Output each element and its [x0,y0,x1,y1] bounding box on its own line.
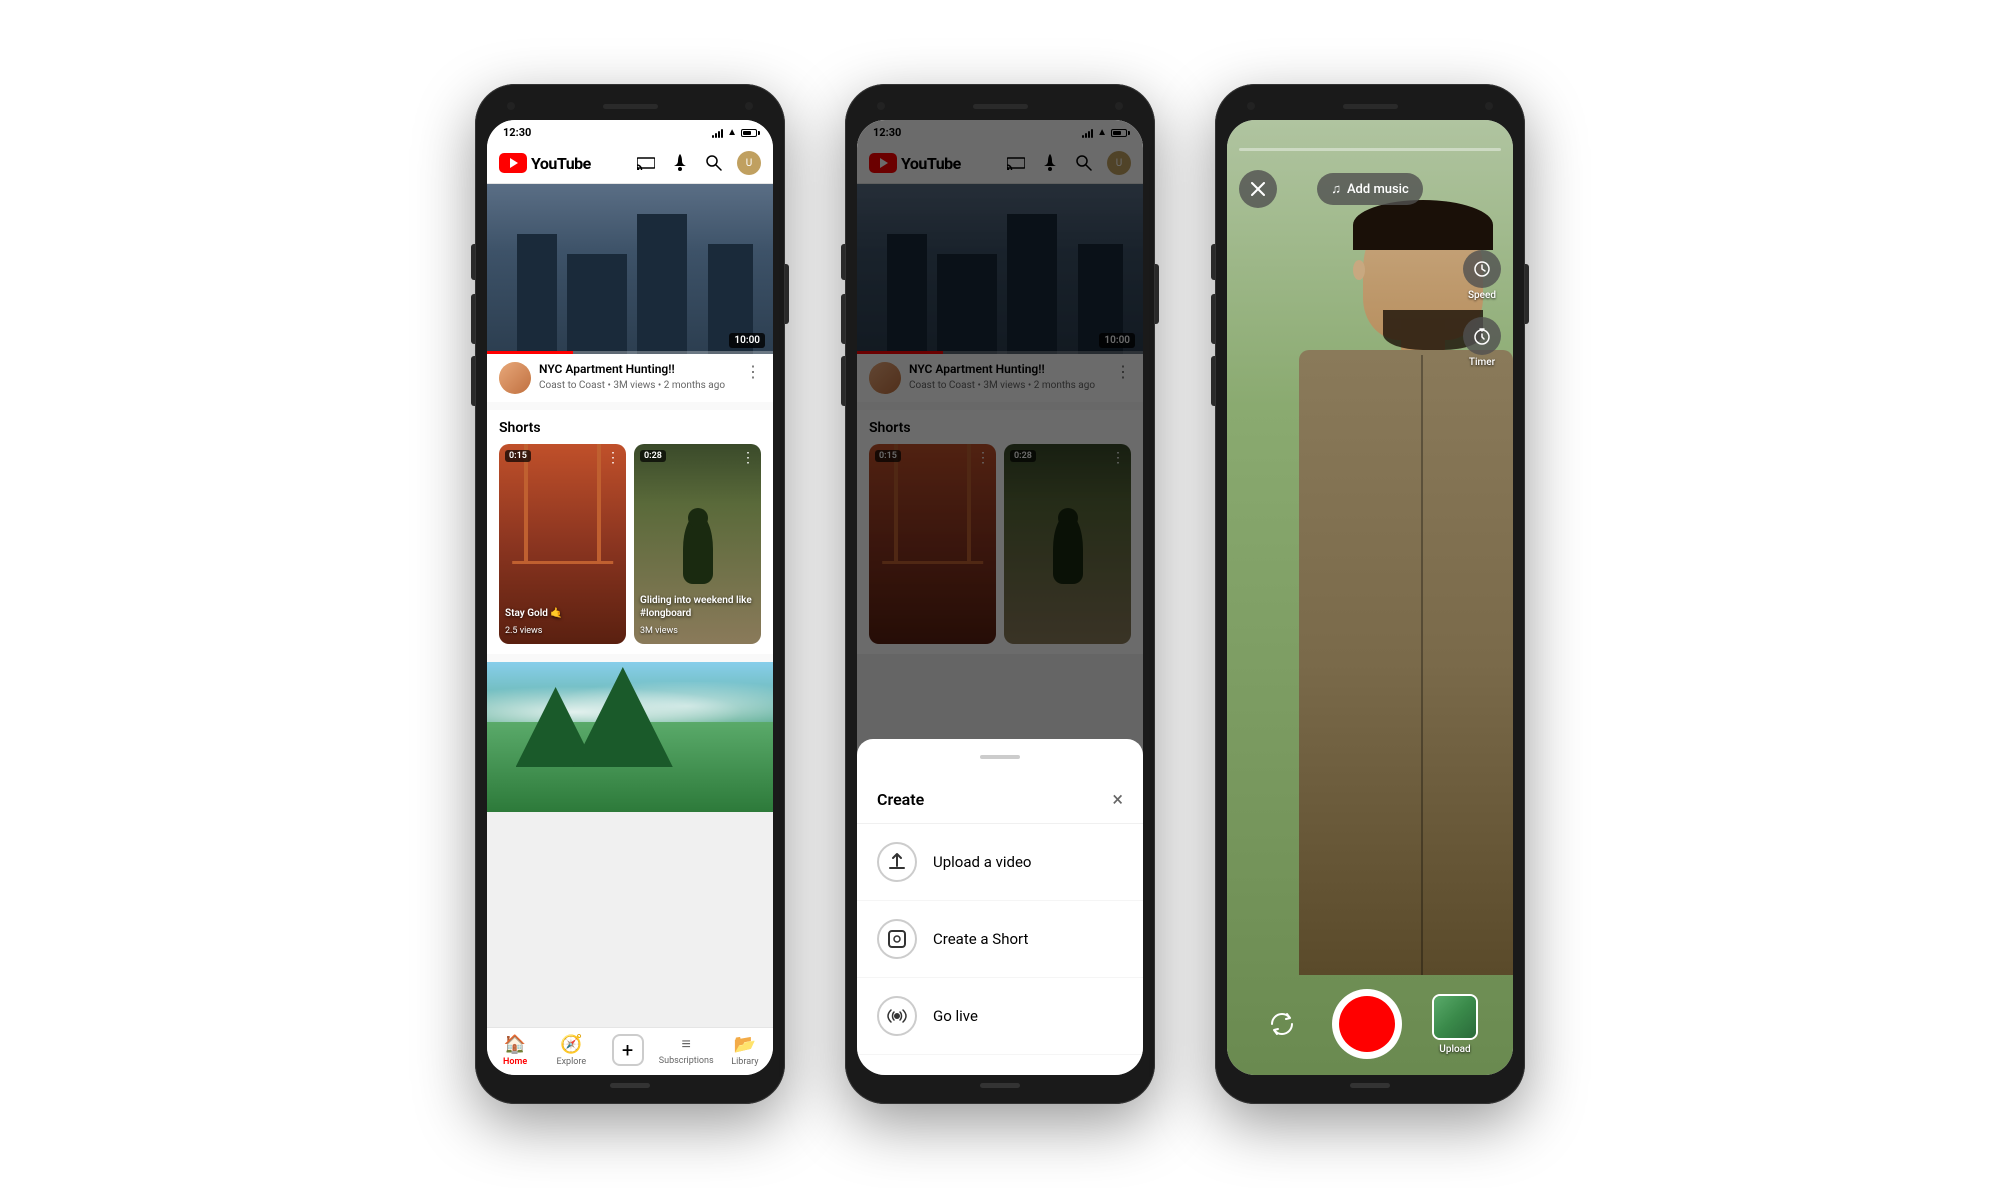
video-subtitle-1: Coast to Coast • 3M views • 2 months ago [539,380,737,391]
modal-live-item-2[interactable]: Go live [857,978,1143,1055]
upload-label-3: Upload [1439,1044,1470,1055]
search-icon-1[interactable] [703,152,725,174]
shorts-grid-1: 0:15 ⋮ Stay Gold 🤙 2.5 views 0:28 ⋮ [499,444,761,644]
modal-header-2: Create × [857,771,1143,824]
landscape-section-1 [487,662,773,812]
camera-top-bar-3: ♫ Add music [1227,120,1513,216]
speed-label-3: Speed [1468,290,1496,301]
progress-bar-1 [487,351,773,354]
timer-control-3[interactable]: Timer [1463,317,1501,368]
status-time-1: 12:30 [503,126,531,139]
upload-thumb-3 [1432,994,1478,1040]
modal-short-item-2[interactable]: Create a Short [857,901,1143,978]
phone-3-screen: ♫ Add music Speed [1227,120,1513,1075]
video-thumbnail-1[interactable]: 10:00 [487,184,773,354]
more-icon-1[interactable]: ⋮ [745,362,761,381]
short-1-more[interactable]: ⋮ [606,450,620,466]
live-icon-2 [877,996,917,1036]
battery-icon-1 [741,129,757,137]
shorts-title-1: Shorts [499,420,761,436]
home-label-1: Home [503,1057,527,1067]
subs-icon-1: ≡ [682,1034,691,1054]
add-music-btn-3[interactable]: ♫ Add music [1317,173,1423,205]
video-title-1: NYC Apartment Hunting!! [539,362,737,378]
record-btn-3[interactable] [1332,989,1402,1059]
upload-icon-2 [877,842,917,882]
explore-label-1: Explore [556,1057,586,1067]
create-icon-1[interactable]: + [612,1034,644,1066]
yt-logo-text-1: YouTube [531,154,591,173]
user-avatar-1[interactable]: U [737,151,761,175]
video-thumb-bg-1 [487,184,773,354]
phone-2: 12:30 ▲ YouT [845,84,1155,1104]
short-1-views: 2.5 views [505,626,542,636]
speed-control-3[interactable]: Speed [1463,250,1501,301]
yt-header-1: YouTube [487,143,773,184]
camera-view-3: ♫ Add music Speed [1227,120,1513,1075]
explore-icon-1: 🧭 [560,1034,582,1055]
camera-close-btn-3[interactable] [1239,170,1277,208]
status-icons-1: ▲ [712,127,757,138]
flip-camera-btn-3[interactable] [1262,1004,1302,1044]
youtube-logo-1: YouTube [499,153,591,173]
modal-close-btn-2[interactable]: × [1112,787,1123,811]
short-card-1[interactable]: 0:15 ⋮ Stay Gold 🤙 2.5 views [499,444,626,644]
nav-explore-1[interactable]: 🧭 Explore [546,1034,596,1067]
upload-btn-3[interactable]: Upload [1432,994,1478,1055]
yt-logo-icon-1 [499,153,527,173]
modal-title-2: Create [877,790,924,809]
modal-handle-2 [980,755,1020,759]
progress-bar-fill-1 [487,351,573,354]
cast-icon-1[interactable] [635,152,657,174]
camera-right-controls-3: Speed Timer [1463,250,1501,368]
short-icon-2 [877,919,917,959]
library-label-1: Library [731,1057,758,1067]
status-bar-1: 12:30 ▲ [487,120,773,143]
signal-icon-1 [712,128,723,138]
short-2-duration: 0:28 [640,450,666,462]
shorts-section-1: Shorts 0:15 ⋮ Stay Gold 🤙 2.5 view [487,410,773,654]
phone-2-screen: 12:30 ▲ YouT [857,120,1143,1075]
nav-create-1[interactable]: + [603,1034,653,1067]
phone-3: ♫ Add music Speed [1215,84,1525,1104]
nav-subs-1[interactable]: ≡ Subscriptions [659,1034,714,1067]
timer-label-3: Timer [1469,357,1495,368]
header-icons-1: U [635,151,761,175]
modal-short-label-2: Create a Short [933,930,1028,948]
modal-upload-item-2[interactable]: Upload a video [857,824,1143,901]
home-icon-1: 🏠 [504,1034,526,1055]
camera-bottom-bar-3: Upload [1227,989,1513,1059]
subs-label-1: Subscriptions [659,1056,714,1066]
short-2-views: 3M views [640,626,678,636]
phone-1: 12:30 ▲ You [475,84,785,1104]
library-icon-1: 📂 [734,1034,756,1055]
short-1-duration: 0:15 [505,450,531,462]
timer-icon-3 [1463,317,1501,355]
music-note-icon-3: ♫ [1331,181,1341,197]
channel-avatar-1 [499,362,531,394]
short-1-title: Stay Gold 🤙 [505,607,620,620]
youtube-app-1: 12:30 ▲ You [487,120,773,1075]
record-btn-inner-3 [1339,996,1395,1052]
add-music-label-3: Add music [1347,182,1409,197]
bottom-nav-1: 🏠 Home 🧭 Explore + ≡ Subscriptions 📂 Lib… [487,1027,773,1075]
modal-live-label-2: Go live [933,1007,978,1025]
video-duration-1: 10:00 [729,333,765,348]
create-modal-2: Create × Upload a video [857,739,1143,1075]
wifi-icon-1: ▲ [727,127,737,138]
short-2-more[interactable]: ⋮ [741,450,755,466]
nav-home-1[interactable]: 🏠 Home [490,1034,540,1067]
video-meta-1: NYC Apartment Hunting!! Coast to Coast •… [539,362,737,391]
video-info-1: NYC Apartment Hunting!! Coast to Coast •… [487,354,773,402]
nav-library-1[interactable]: 📂 Library [720,1034,770,1067]
notification-icon-1[interactable] [669,152,691,174]
speed-icon-3 [1463,250,1501,288]
phone-1-screen: 12:30 ▲ You [487,120,773,1075]
short-2-title: Gliding into weekend like #longboard [640,594,755,620]
modal-upload-label-2: Upload a video [933,853,1031,871]
short-card-2[interactable]: 0:28 ⋮ Gliding into weekend like #longbo… [634,444,761,644]
